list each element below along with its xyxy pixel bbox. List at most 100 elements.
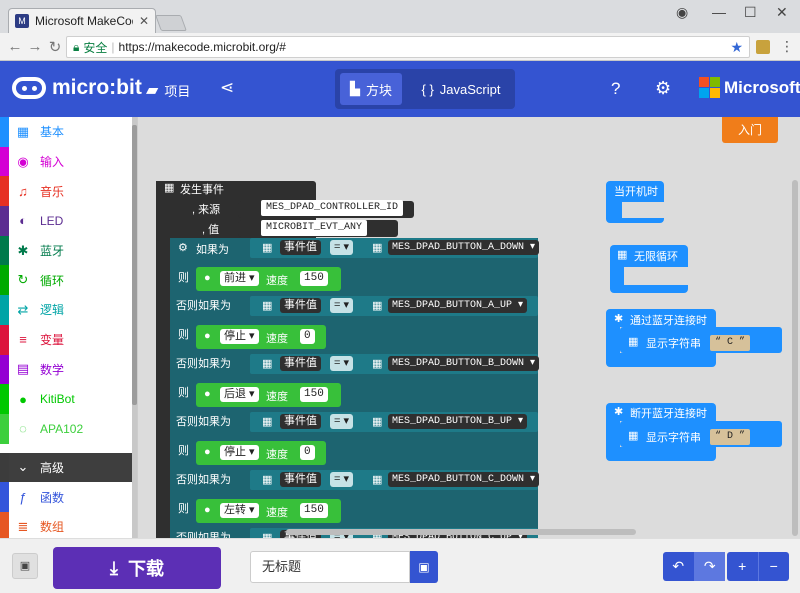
bt-connected-label: 通过蓝牙连接时 bbox=[630, 315, 707, 327]
microbit-logo[interactable]: micro:bit bbox=[12, 76, 142, 100]
equals-dropdown[interactable]: = ▾ bbox=[330, 240, 354, 255]
toolbox-category[interactable]: ◐ LED bbox=[0, 206, 137, 236]
zoom-group: + − bbox=[727, 552, 789, 581]
car-icon: ● bbox=[204, 446, 211, 458]
toolbox-category[interactable]: ↻ 循环 bbox=[0, 265, 137, 296]
simulator-toggle-button[interactable]: ▣ bbox=[12, 553, 38, 579]
show-string-block-2[interactable] bbox=[620, 421, 782, 447]
undo-button[interactable]: ↶ bbox=[663, 552, 694, 581]
projects-button[interactable]: ▰ 项目 bbox=[146, 80, 190, 100]
dpad-constant-dropdown[interactable]: MES_DPAD_BUTTON_B_UP ▾ bbox=[388, 414, 528, 429]
toolbox-category[interactable]: ⇄ 逻辑 bbox=[0, 295, 137, 325]
maximize-icon[interactable]: ☐ bbox=[744, 4, 757, 21]
javascript-mode-button[interactable]: { } JavaScript bbox=[415, 73, 507, 105]
advanced-toggle[interactable]: ⌄ 高级 bbox=[0, 452, 137, 483]
toolbox-category[interactable]: ● KitiBot bbox=[0, 384, 137, 414]
projects-label: 项目 bbox=[164, 83, 191, 99]
list-icon: ▦ bbox=[372, 358, 383, 370]
equals-dropdown[interactable]: = ▾ bbox=[330, 472, 354, 487]
event-value-label: 事件值 bbox=[280, 414, 321, 429]
toolbox-category[interactable]: ▤ 数学 bbox=[0, 354, 137, 385]
direction-dropdown[interactable]: 停止 ▾ bbox=[220, 329, 259, 344]
category-icon: ⌄ bbox=[17, 459, 29, 475]
browser-menu-icon[interactable]: ⋮ bbox=[780, 38, 794, 55]
back-icon[interactable]: ← bbox=[4, 38, 26, 55]
profile-icon[interactable]: ◉ bbox=[676, 4, 688, 21]
direction-value: 后退 bbox=[224, 388, 246, 400]
toolbox-scroll-thumb[interactable] bbox=[132, 125, 137, 405]
speed-input[interactable]: 150 bbox=[300, 503, 328, 518]
direction-value: 停止 bbox=[224, 446, 246, 458]
string-input-c[interactable]: “ C ” bbox=[710, 335, 751, 351]
dpad-constant-dropdown[interactable]: MES_DPAD_BUTTON_A_DOWN ▾ bbox=[388, 240, 540, 255]
show-string-block-1[interactable] bbox=[620, 327, 782, 353]
workspace-vscrollbar[interactable] bbox=[792, 180, 798, 536]
blocks-mode-button[interactable]: ▙ 方块 bbox=[340, 73, 402, 105]
direction-dropdown[interactable]: 停止 ▾ bbox=[220, 445, 259, 460]
equals-dropdown[interactable]: = ▾ bbox=[330, 414, 354, 429]
microsoft-logo[interactable]: Microsoft bbox=[699, 77, 800, 98]
speed-input[interactable]: 150 bbox=[300, 271, 328, 286]
value-dropdown[interactable]: MICROBIT_EVT_ANY bbox=[261, 220, 368, 236]
toolbox-category[interactable]: ≡ 变量 bbox=[0, 324, 137, 355]
reload-icon[interactable]: ↻ bbox=[44, 38, 66, 56]
zoom-in-button[interactable]: + bbox=[727, 552, 758, 581]
puzzle-icon: ▙ bbox=[349, 81, 360, 96]
toolbox-category[interactable]: ≣ 数组 bbox=[0, 511, 137, 538]
speed-input[interactable]: 150 bbox=[300, 387, 328, 402]
toolbox-category[interactable]: ✱ 蓝牙 bbox=[0, 235, 137, 266]
speed-input[interactable]: 0 bbox=[300, 329, 315, 344]
direction-dropdown[interactable]: 左转 ▾ bbox=[220, 503, 259, 518]
close-window-icon[interactable]: ✕ bbox=[776, 4, 788, 21]
elseif-label: 否则如果为 bbox=[176, 416, 231, 428]
share-button[interactable]: ⋖ bbox=[220, 78, 234, 98]
direction-dropdown[interactable]: 后退 ▾ bbox=[220, 387, 259, 402]
address-bar[interactable]: 🔒︎ 安全 | https://makecode.microbit.org/# … bbox=[66, 36, 750, 58]
redo-button[interactable]: ↷ bbox=[693, 552, 725, 581]
direction-dropdown[interactable]: 前进 ▾ bbox=[220, 271, 259, 286]
toolbox-category[interactable]: ♫ 音乐 bbox=[0, 176, 137, 207]
toolbox-category[interactable]: ƒ 函数 bbox=[0, 482, 137, 512]
help-button[interactable]: ? bbox=[611, 79, 620, 99]
forward-icon[interactable]: → bbox=[24, 38, 46, 55]
toolbox-scrollbar[interactable] bbox=[132, 117, 137, 538]
dpad-constant-dropdown[interactable]: MES_DPAD_BUTTON_C_DOWN ▾ bbox=[388, 472, 540, 487]
string-input-d[interactable]: “ D ” bbox=[710, 429, 751, 445]
workspace-hscrollbar[interactable] bbox=[286, 529, 636, 535]
download-button[interactable]: ⤓ 下载 bbox=[53, 547, 221, 589]
divider: | bbox=[111, 40, 115, 54]
list-icon: ▦ bbox=[372, 300, 383, 312]
string-value-d: D bbox=[727, 431, 734, 442]
minimize-icon[interactable]: — bbox=[712, 4, 726, 20]
category-icon: ƒ bbox=[19, 489, 27, 505]
browser-tab[interactable]: M Microsoft MakeCode fo ✕ bbox=[8, 8, 156, 33]
toolbox-category[interactable]: ◌ APA102 bbox=[0, 413, 137, 444]
category-color-bar bbox=[0, 265, 9, 296]
close-tab-icon[interactable]: ✕ bbox=[139, 14, 149, 28]
getting-started-button[interactable]: 入门 bbox=[722, 117, 778, 143]
toolbox-category[interactable]: ◉ 输入 bbox=[0, 146, 137, 177]
javascript-mode-label: JavaScript bbox=[439, 81, 501, 97]
dpad-constant-dropdown[interactable]: MES_DPAD_BUTTON_A_UP ▾ bbox=[388, 298, 528, 313]
toolbox-category[interactable]: ▦ 基本 bbox=[0, 117, 137, 147]
settings-button[interactable]: ⚙ bbox=[655, 78, 671, 99]
mutator-gear-icon[interactable]: ⚙ bbox=[178, 241, 188, 254]
equals-operator: = bbox=[334, 415, 341, 427]
new-tab-button[interactable] bbox=[155, 15, 187, 31]
extension-icon[interactable] bbox=[756, 40, 770, 54]
dpad-constant: MES_DPAD_BUTTON_C_DOWN bbox=[392, 474, 525, 485]
then-label: 则 bbox=[178, 329, 189, 341]
equals-dropdown[interactable]: = ▾ bbox=[330, 298, 354, 313]
zoom-out-button[interactable]: − bbox=[757, 552, 790, 581]
category-label: 数学 bbox=[40, 362, 65, 377]
source-dropdown[interactable]: MES_DPAD_CONTROLLER_ID bbox=[261, 200, 404, 216]
equals-dropdown[interactable]: = ▾ bbox=[330, 356, 354, 371]
save-button[interactable]: ▣ bbox=[410, 551, 438, 583]
project-name-input[interactable]: 无标题 bbox=[250, 551, 410, 583]
category-color-bar bbox=[0, 324, 9, 355]
speed-input[interactable]: 0 bbox=[300, 445, 315, 460]
event-value-label: 事件值 bbox=[280, 298, 321, 313]
direction-value: 左转 bbox=[224, 504, 246, 516]
dpad-constant-dropdown[interactable]: MES_DPAD_BUTTON_B_DOWN ▾ bbox=[388, 356, 540, 371]
bookmark-star-icon[interactable]: ★ bbox=[730, 39, 743, 56]
